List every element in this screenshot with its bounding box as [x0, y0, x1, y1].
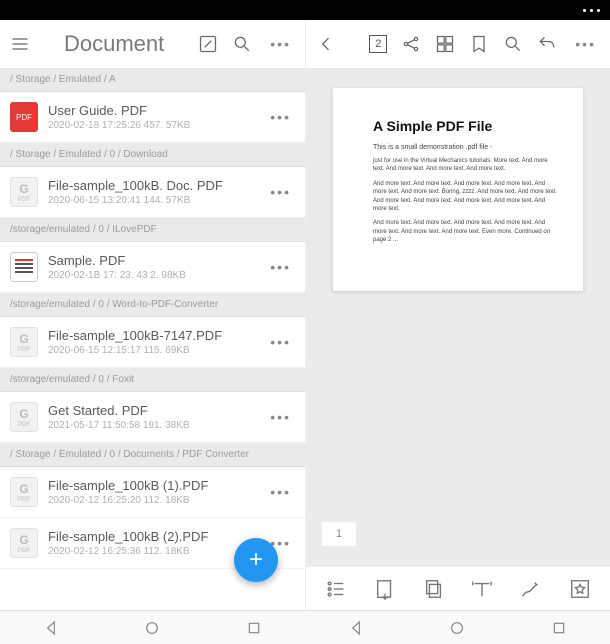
share-icon[interactable]	[401, 34, 421, 54]
file-meta: 2020-02-18 17:25:26 457. 57KB	[48, 120, 256, 131]
header-more-icon[interactable]: •••	[266, 36, 295, 52]
viewer-toolbar	[306, 566, 610, 610]
doc-paragraph: And more text. And more text. And more t…	[373, 219, 557, 244]
viewer-more-icon[interactable]: •••	[571, 36, 600, 52]
document-page: A Simple PDF File This is a small demons…	[333, 88, 583, 291]
section-path-header: / Storage / Emulated / 0 / Download	[0, 143, 305, 167]
file-info: File-sample_100kB-7147.PDF 2020-06-15 12:…	[48, 328, 256, 356]
file-more-icon[interactable]: •••	[266, 409, 295, 425]
pdf-file-icon	[10, 402, 38, 432]
file-more-icon[interactable]: •••	[266, 184, 295, 200]
file-more-icon[interactable]: •••	[266, 334, 295, 350]
file-info: User Guide. PDF 2020-02-18 17:25:26 457. …	[48, 103, 256, 131]
file-name: User Guide. PDF	[48, 103, 256, 118]
page-number-indicator[interactable]: 2	[369, 35, 387, 53]
file-info: Get Started. PDF 2021-05-17 11:50:58 191.…	[48, 403, 256, 431]
bookmark-icon[interactable]	[469, 34, 489, 54]
section-path-header: /storage/emulated / 0 / Word-to-PDF-Conv…	[0, 293, 305, 317]
file-meta: 2020-02-1B 17: 23: 43 2. 98KB	[48, 270, 256, 281]
nav-recent-icon[interactable]	[246, 620, 262, 636]
file-browser-header: Document •••	[0, 20, 305, 68]
text-tool-icon[interactable]	[471, 578, 493, 600]
copy-tool-icon[interactable]	[423, 578, 445, 600]
viewer-search-icon[interactable]	[503, 34, 523, 54]
panel-title: Document	[44, 31, 184, 57]
file-meta: 2020-06-15 13:20:41 144. 57KB	[48, 195, 256, 206]
file-browser-panel: Document ••• / Storage / Emulated / APDF…	[0, 20, 306, 610]
pdf-file-icon	[10, 252, 38, 282]
save-tool-icon[interactable]	[374, 578, 396, 600]
pdf-file-icon	[10, 528, 38, 558]
edit-icon[interactable]	[198, 34, 218, 54]
nav-home-icon[interactable]	[449, 620, 465, 636]
file-row[interactable]: Get Started. PDF 2021-05-17 11:50:58 191.…	[0, 392, 305, 443]
file-row[interactable]: File-sample_100kB-7147.PDF 2020-06-15 12:…	[0, 317, 305, 368]
file-row[interactable]: File-sample_100kB (1).PDF 2020-02-12 16:2…	[0, 467, 305, 518]
file-more-icon[interactable]: •••	[266, 259, 295, 275]
search-icon[interactable]	[232, 34, 252, 54]
section-path-header: / Storage / Emulated / A	[0, 68, 305, 92]
file-info: File-sample_100kB (2).PDF 2020-02-12 16:2…	[48, 529, 256, 557]
section-path-header: /storage/emulated / 0 / Foxit	[0, 368, 305, 392]
pdf-file-icon	[10, 477, 38, 507]
nav-back-icon[interactable]	[43, 620, 59, 636]
device-status-bar	[0, 0, 610, 20]
system-nav-bar	[0, 610, 610, 644]
file-name: Sample. PDF	[48, 253, 256, 268]
file-name: File-sample_100kB-7147.PDF	[48, 328, 256, 343]
nav-back-icon[interactable]	[348, 620, 364, 636]
add-fab-button[interactable]: +	[234, 538, 278, 582]
file-info: File-sample_100kB (1).PDF 2020-02-12 16:2…	[48, 478, 256, 506]
nav-recent-icon[interactable]	[551, 620, 567, 636]
file-row[interactable]: PDF User Guide. PDF 2020-02-18 17:25:26 45…	[0, 92, 305, 143]
star-tool-icon[interactable]	[569, 578, 591, 600]
menu-icon[interactable]	[10, 34, 30, 54]
pdf-file-icon: PDF	[10, 102, 38, 132]
page-tab-indicator[interactable]: 1	[322, 522, 356, 546]
doc-paragraph: And more text. And more text. And more t…	[373, 180, 557, 214]
outline-tool-icon[interactable]	[325, 578, 347, 600]
file-meta: 2021-05-17 11:50:58 191. 38KB	[48, 420, 256, 431]
file-info: File-sample_100kB. Doc. PDF 2020-06-15 13…	[48, 178, 256, 206]
back-icon[interactable]	[316, 34, 336, 54]
viewer-header: 2 •••	[306, 20, 610, 68]
file-name: Get Started. PDF	[48, 403, 256, 418]
grid-view-icon[interactable]	[435, 34, 455, 54]
file-info: Sample. PDF 2020-02-1B 17: 23: 43 2. 98KB	[48, 253, 256, 281]
pdf-file-icon	[10, 177, 38, 207]
section-path-header: /storage/emulated / 0 / ILovePDF	[0, 218, 305, 242]
file-meta: 2020-06-15 12:15:17 115. 69KB	[48, 345, 256, 356]
document-viewer-panel: 2 •••	[306, 20, 610, 610]
file-more-icon[interactable]: •••	[266, 484, 295, 500]
document-scroll-area[interactable]: A Simple PDF File This is a small demons…	[306, 68, 610, 566]
file-meta: 2020-02-12 16:25:36 112. 18KB	[48, 546, 256, 557]
undo-icon[interactable]	[537, 34, 557, 54]
file-meta: 2020-02-12 16:25:20 112. 18KB	[48, 495, 256, 506]
pdf-file-icon	[10, 327, 38, 357]
section-path-header: / Storage / Emulated / 0 / Documents / P…	[0, 443, 305, 467]
file-more-icon[interactable]: •••	[266, 109, 295, 125]
doc-subtitle: This is a small demonstration .pdf file …	[373, 144, 557, 151]
file-name: File-sample_100kB (1).PDF	[48, 478, 256, 493]
file-name: File-sample_100kB. Doc. PDF	[48, 178, 256, 193]
file-name: File-sample_100kB (2).PDF	[48, 529, 256, 544]
draw-tool-icon[interactable]	[520, 578, 542, 600]
file-row[interactable]: File-sample_100kB. Doc. PDF 2020-06-15 13…	[0, 167, 305, 218]
nav-home-icon[interactable]	[144, 620, 160, 636]
doc-paragraph: just for use in the Virtual Mechanics tu…	[373, 157, 557, 174]
file-row[interactable]: Sample. PDF 2020-02-1B 17: 23: 43 2. 98KB…	[0, 242, 305, 293]
doc-title: A Simple PDF File	[373, 118, 557, 134]
file-list: / Storage / Emulated / A PDF User Guide. P…	[0, 68, 305, 610]
